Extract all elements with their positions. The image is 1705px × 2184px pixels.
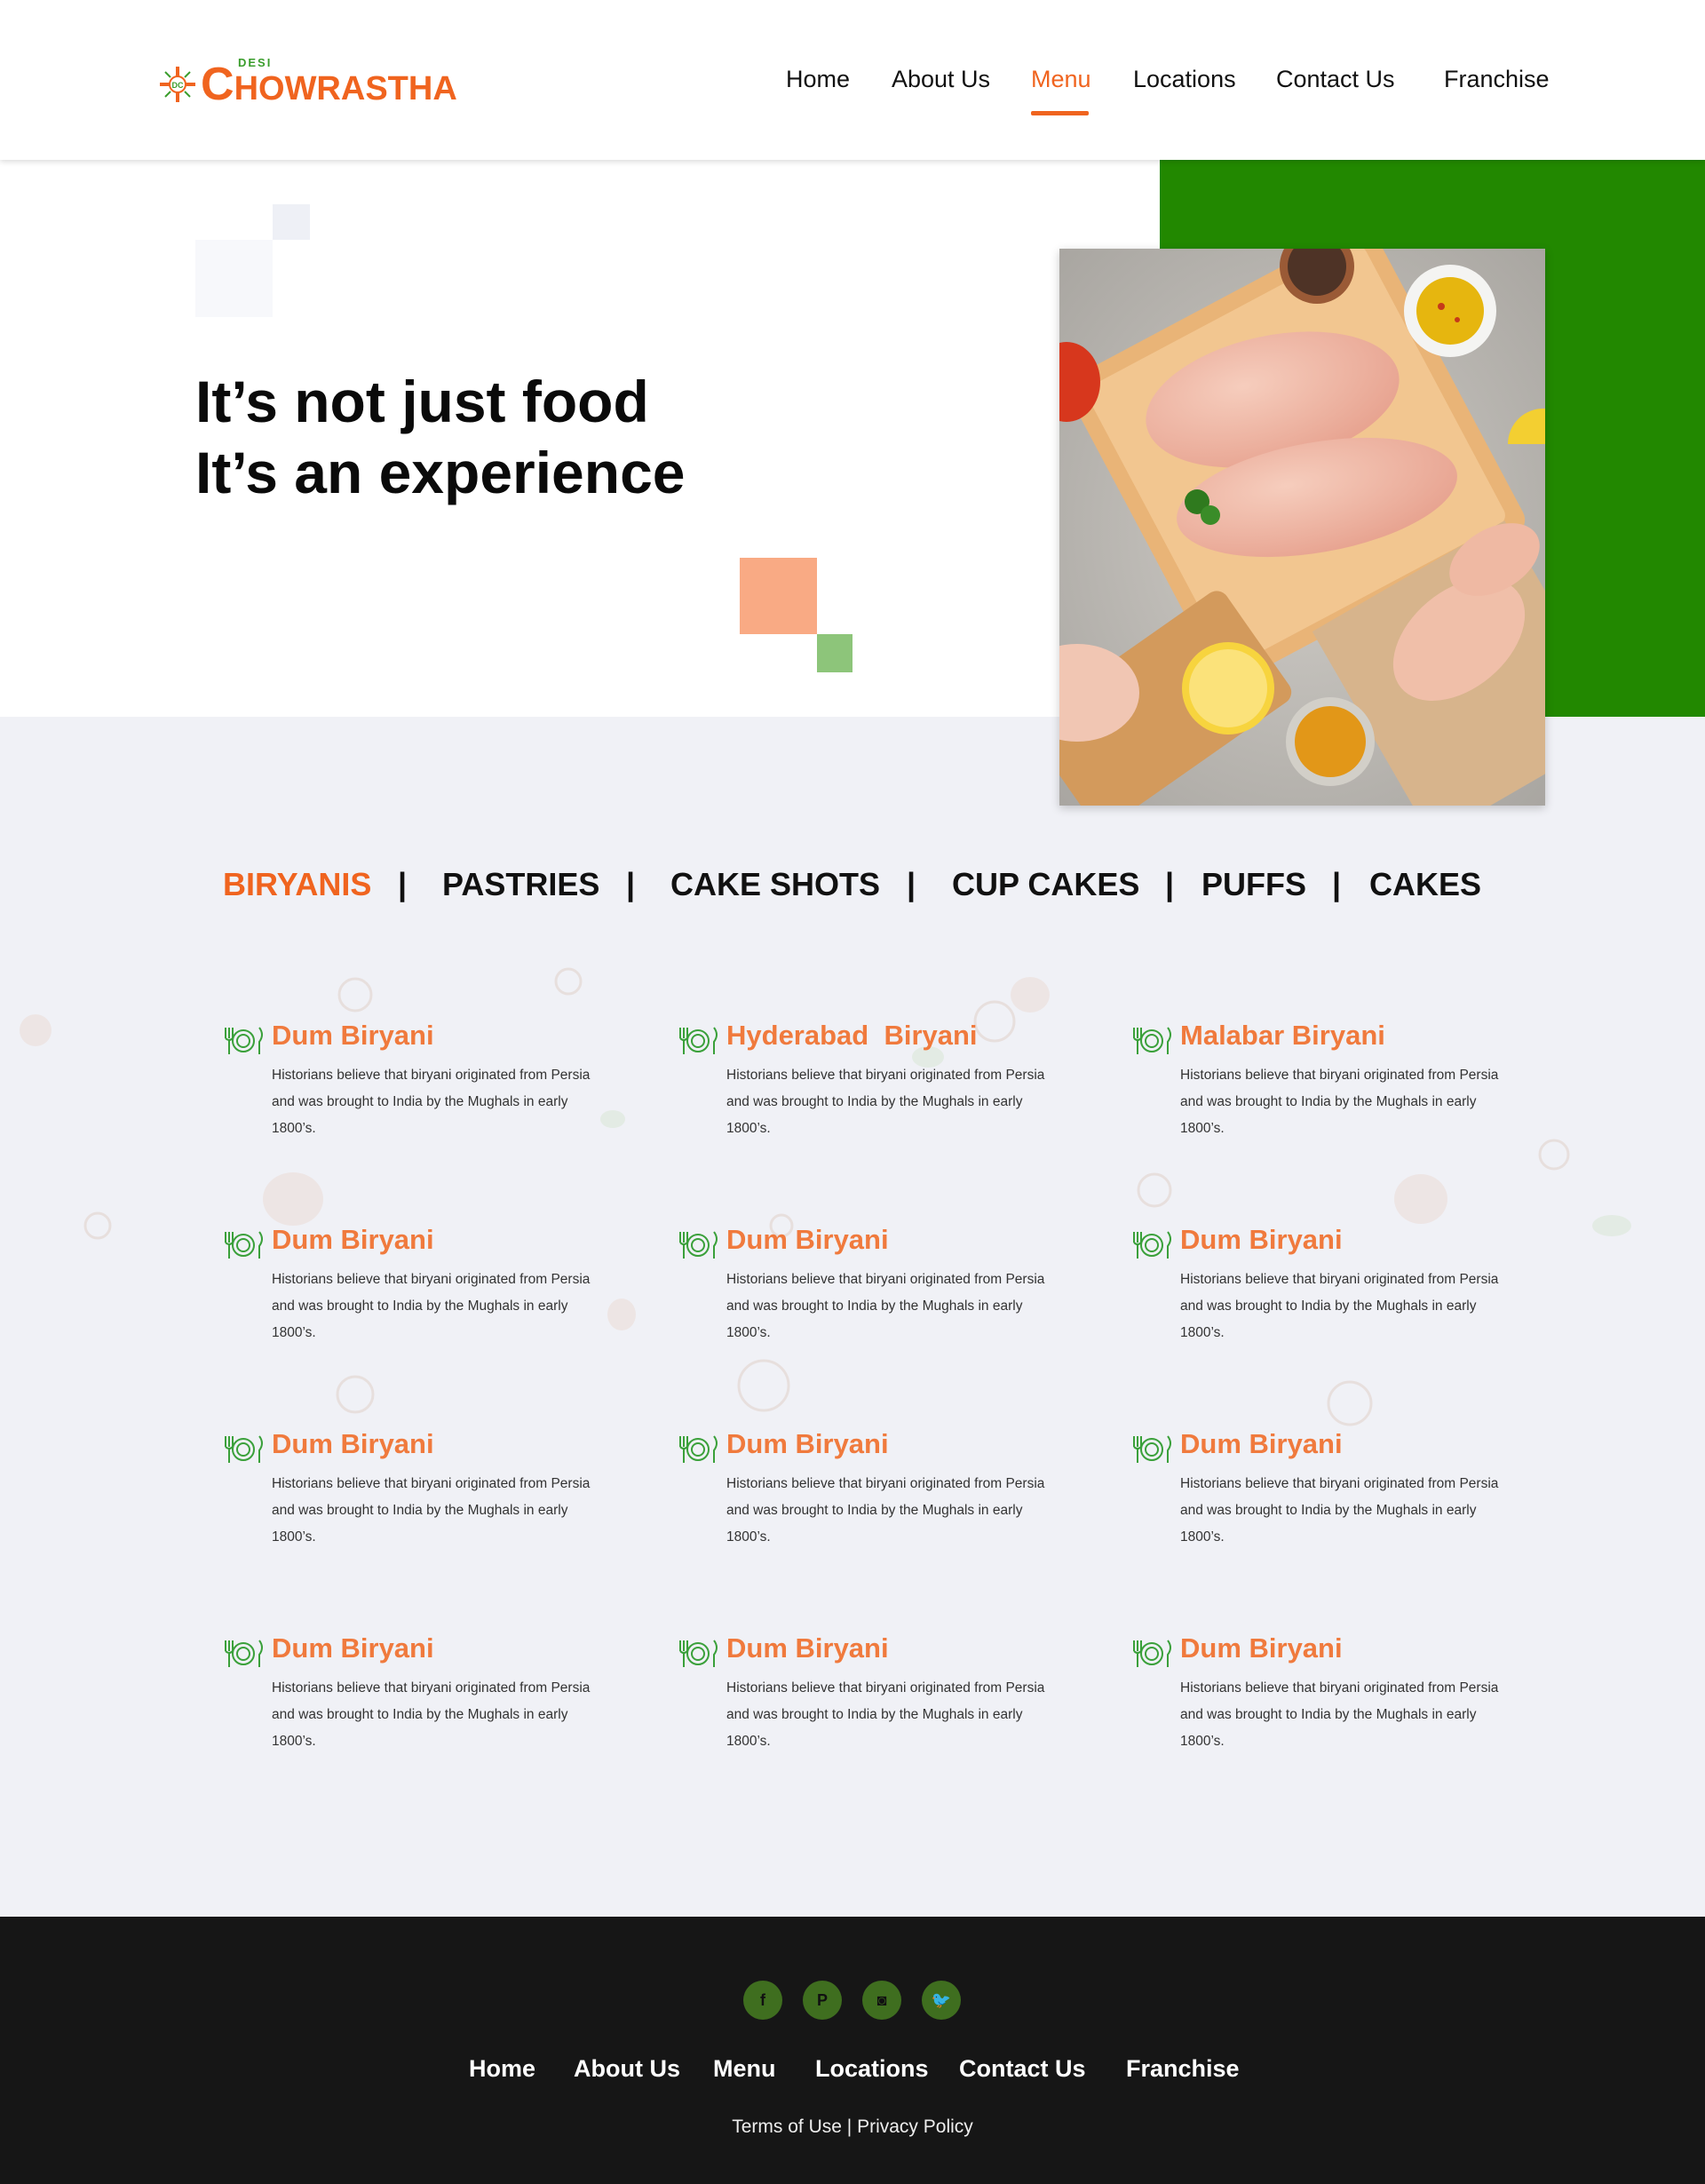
footer-nav-about-us[interactable]: About Us bbox=[574, 2055, 680, 2083]
menu-item-title: Malabar Biryani bbox=[1180, 1020, 1385, 1051]
menu-item-description: Historians believe that biryani originat… bbox=[1180, 1680, 1499, 1749]
tab-cakes[interactable]: CAKES bbox=[1369, 866, 1481, 903]
legal-separator: | bbox=[846, 2116, 852, 2137]
tab-separator: | bbox=[626, 866, 636, 902]
menu-item-description: Historians believe that biryani originat… bbox=[726, 1272, 1045, 1340]
site-footer: f P ◙ 🐦 Home About Us Menu Locations Con… bbox=[0, 1917, 1705, 2184]
tab-separator: | bbox=[907, 866, 916, 902]
menu-item-description: Historians believe that biryani originat… bbox=[272, 1068, 591, 1136]
category-tabs: BIRYANIS | PASTRIES | CAKE SHOTS | CUP C… bbox=[0, 866, 1705, 910]
menu-item-title: Dum Biryani bbox=[272, 1428, 434, 1459]
menu-item-title: Dum Biryani bbox=[1180, 1428, 1343, 1459]
plate-fork-knife-icon bbox=[225, 1231, 263, 1259]
decor-square bbox=[273, 204, 310, 240]
footer-nav-contact-us[interactable]: Contact Us bbox=[959, 2055, 1086, 2083]
menu-item-description: Historians believe that biryani originat… bbox=[272, 1476, 591, 1545]
menu-item-description: Historians believe that biryani originat… bbox=[272, 1272, 591, 1340]
footer-nav-locations[interactable]: Locations bbox=[815, 2055, 929, 2083]
hero-title: It’s not just food It’s an experience bbox=[195, 369, 686, 505]
menu-item-description: Historians believe that biryani originat… bbox=[726, 1680, 1045, 1749]
tab-cake-shots[interactable]: CAKE SHOTS bbox=[670, 866, 880, 903]
menu-item-title: Hyderabad Biryani bbox=[726, 1020, 978, 1051]
menu-item-title: Dum Biryani bbox=[272, 1224, 434, 1255]
menu-item-description: Historians believe that biryani originat… bbox=[726, 1476, 1045, 1545]
decor-square bbox=[195, 240, 273, 317]
twitter-icon[interactable]: 🐦 bbox=[922, 1981, 961, 2020]
nav-menu[interactable]: Menu bbox=[1031, 66, 1091, 93]
footer-nav-menu[interactable]: Menu bbox=[713, 2055, 776, 2083]
nav-active-indicator bbox=[1031, 111, 1089, 115]
tab-puffs[interactable]: PUFFS bbox=[1201, 866, 1306, 903]
nav-about-us[interactable]: About Us bbox=[892, 66, 990, 93]
menu-item-description: Historians believe that biryani originat… bbox=[726, 1068, 1045, 1136]
tab-separator: | bbox=[398, 866, 408, 902]
menu-item-title: Dum Biryani bbox=[272, 1020, 434, 1051]
menu-item-title: Dum Biryani bbox=[726, 1632, 889, 1664]
plate-fork-knife-icon bbox=[679, 1231, 718, 1259]
plate-fork-knife-icon bbox=[225, 1640, 263, 1667]
menu-item-title: Dum Biryani bbox=[726, 1428, 889, 1459]
menu-item-description: Historians believe that biryani originat… bbox=[1180, 1068, 1499, 1136]
logo[interactable]: DC DESI CHOWRASTHA bbox=[158, 56, 457, 110]
tab-cup-cakes[interactable]: CUP CAKES bbox=[952, 866, 1139, 903]
hero-image bbox=[1059, 249, 1545, 806]
privacy-policy-link[interactable]: Privacy Policy bbox=[857, 2116, 973, 2137]
legal-links: Terms of Use | Privacy Policy bbox=[0, 2116, 1705, 2138]
plate-fork-knife-icon bbox=[679, 1027, 718, 1054]
nav-franchise[interactable]: Franchise bbox=[1444, 66, 1550, 93]
tab-pastries[interactable]: PASTRIES bbox=[442, 866, 599, 903]
nav-locations[interactable]: Locations bbox=[1133, 66, 1236, 93]
nav-contact-us[interactable]: Contact Us bbox=[1276, 66, 1395, 93]
plate-fork-knife-icon bbox=[1133, 1435, 1171, 1463]
menu-item-description: Historians believe that biryani originat… bbox=[272, 1680, 591, 1749]
menu-item-title: Dum Biryani bbox=[726, 1224, 889, 1255]
tab-separator: | bbox=[1165, 866, 1175, 902]
plate-fork-knife-icon bbox=[679, 1640, 718, 1667]
decor-square-green bbox=[817, 634, 852, 672]
menu-item-description: Historians believe that biryani originat… bbox=[1180, 1476, 1499, 1545]
decor-square-orange bbox=[740, 558, 817, 634]
menu-item-title: Dum Biryani bbox=[272, 1632, 434, 1664]
logo-mark-icon: DC bbox=[160, 67, 195, 102]
plate-fork-knife-icon bbox=[225, 1435, 263, 1463]
plate-fork-knife-icon bbox=[1133, 1231, 1171, 1259]
menu-item-description: Historians believe that biryani originat… bbox=[1180, 1272, 1499, 1340]
footer-nav-home[interactable]: Home bbox=[469, 2055, 535, 2083]
svg-text:DC: DC bbox=[172, 81, 184, 90]
facebook-icon[interactable]: f bbox=[743, 1981, 782, 2020]
plate-fork-knife-icon bbox=[679, 1435, 718, 1463]
nav-home[interactable]: Home bbox=[786, 66, 850, 93]
tab-separator: | bbox=[1332, 866, 1342, 902]
menu-item-title: Dum Biryani bbox=[1180, 1632, 1343, 1664]
logo-name: CHOWRASTHA bbox=[201, 59, 457, 110]
footer-nav-franchise[interactable]: Franchise bbox=[1126, 2055, 1240, 2083]
site-header: DC DESI CHOWRASTHA Home About Us Menu Lo… bbox=[0, 0, 1705, 160]
logo-desi: DESI bbox=[238, 56, 273, 69]
menu-item-title: Dum Biryani bbox=[1180, 1224, 1343, 1255]
plate-fork-knife-icon bbox=[1133, 1027, 1171, 1054]
plate-fork-knife-icon bbox=[225, 1027, 263, 1054]
tab-biryanis[interactable]: BIRYANIS bbox=[223, 866, 371, 903]
pinterest-icon[interactable]: P bbox=[803, 1981, 842, 2020]
terms-of-use-link[interactable]: Terms of Use bbox=[732, 2116, 842, 2137]
plate-fork-knife-icon bbox=[1133, 1640, 1171, 1667]
instagram-icon[interactable]: ◙ bbox=[862, 1981, 901, 2020]
